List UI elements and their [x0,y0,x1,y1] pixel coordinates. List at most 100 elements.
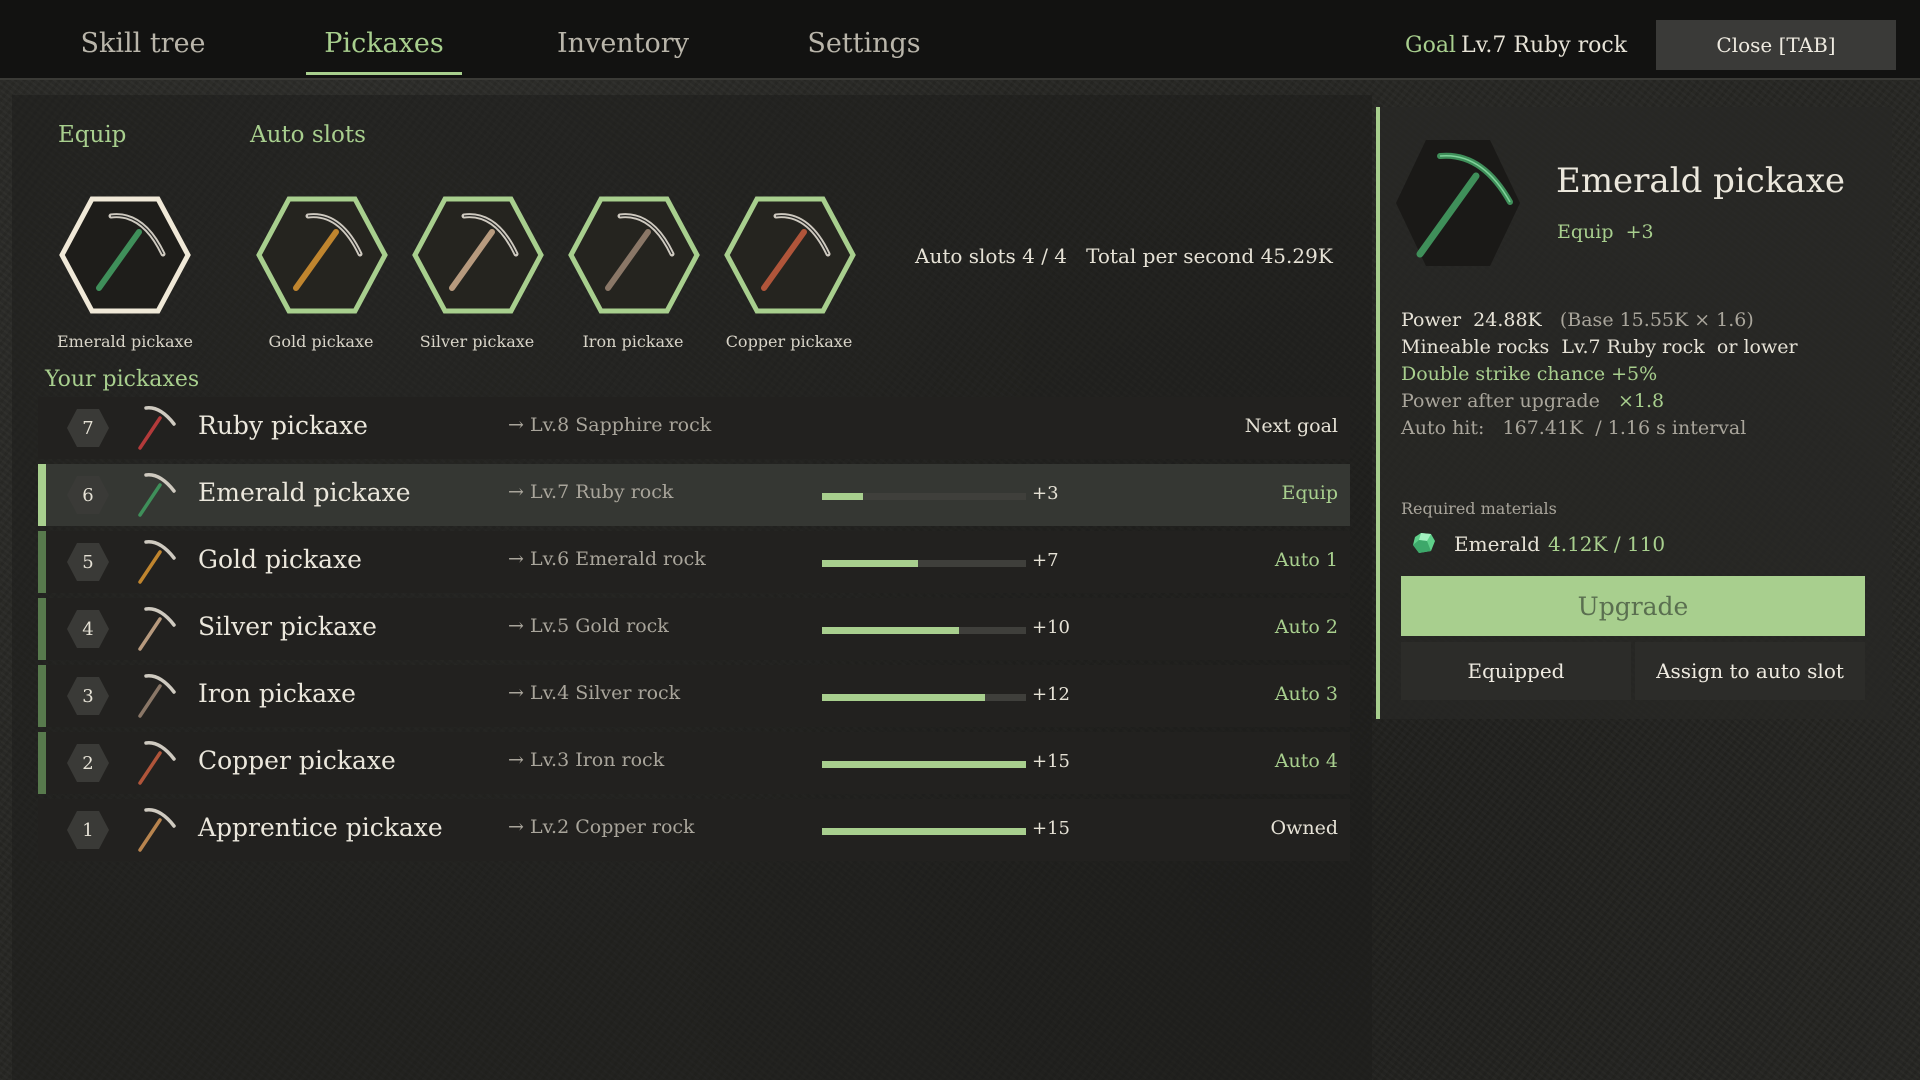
progress-fill [822,493,863,500]
detail-equip-label: Equip [1557,221,1614,243]
row-pickaxe-icon [138,674,176,718]
stat-mineable-value: Lv.7 Ruby rock [1561,336,1705,358]
auto-slot-1[interactable] [256,196,388,314]
detail-pickaxe-icon [1396,140,1520,266]
stat-power-label: Power [1401,309,1462,331]
progress-fill [822,560,918,567]
stat-mineable-suffix: or lower [1716,336,1798,358]
equip-slot-frame [59,196,191,314]
progress-track [822,493,1026,500]
row-bonus: +15 [1032,751,1070,772]
auto-slot-2[interactable] [412,196,544,314]
stat-power: Power 24.88K (Base 15.55K × 1.6) [1401,309,1754,331]
row-level: 1 [82,819,94,841]
auto-slot-4[interactable] [724,196,856,314]
close-button[interactable]: Close [TAB] [1656,20,1896,70]
tab-inventory[interactable]: Inventory [553,28,693,76]
progress-track [822,694,1026,701]
row-target: → Lv.6 Emerald rock [508,548,706,570]
auto-slot-1-frame [256,196,388,314]
stat-after-upgrade: Power after upgrade ×1.8 [1401,390,1664,412]
progress-track [822,828,1026,835]
row-bonus: +3 [1032,483,1059,504]
row-status[interactable]: Equip [1281,482,1338,504]
goal-label: Goal [1405,33,1456,58]
row-bonus: +7 [1032,550,1059,571]
emerald-gem-icon [1413,533,1435,553]
auto-slot-3[interactable] [568,196,700,314]
active-tab-indicator [306,72,462,75]
row-level: 6 [82,484,94,506]
tab-skill-tree[interactable]: Skill tree [76,28,210,76]
row-accent [38,598,46,660]
stat-after-upgrade-value: ×1.8 [1617,390,1665,412]
row-target: → Lv.8 Sapphire rock [508,414,712,436]
row-level: 3 [82,685,94,707]
row-name: Gold pickaxe [198,545,362,574]
auto-slot-1-label: Gold pickaxe [268,332,374,351]
tab-settings[interactable]: Settings [807,28,921,76]
auto-slots-section-label: Auto slots [250,122,366,148]
row-pickaxe-icon [138,473,176,517]
pickaxe-row[interactable]: 7 Ruby pickaxe → Lv.8 Sapphire rock Next go… [38,397,1350,459]
auto-slot-2-frame [412,196,544,314]
material-count: 4.12K / 110 [1548,532,1666,556]
detail-equip-value: +3 [1625,221,1654,243]
assign-auto-slot-button[interactable]: Assign to auto slot [1635,642,1865,700]
row-pickaxe-icon [138,540,176,584]
pickaxe-row[interactable]: 3 Iron pickaxe → Lv.4 Silver rock +12 Auto 3 [38,665,1350,727]
auto-slot-4-frame [724,196,856,314]
tab-pickaxes[interactable]: Pickaxes [306,28,462,76]
row-bonus: +10 [1032,617,1070,638]
progress-track [822,627,1026,634]
row-target: → Lv.7 Ruby rock [508,481,674,503]
stat-power-value: 24.88K [1473,309,1542,331]
goal-value: Lv.7 Ruby rock [1461,33,1628,58]
pickaxe-row[interactable]: 1 Apprentice pickaxe → Lv.2 Copper rock +15… [38,799,1350,861]
row-target: → Lv.3 Iron rock [508,749,665,771]
pickaxe-row[interactable]: 2 Copper pickaxe → Lv.3 Iron rock +15 Auto 4 [38,732,1350,794]
auto-slot-4-label: Copper pickaxe [725,332,853,351]
pickaxe-row[interactable]: 4 Silver pickaxe → Lv.5 Gold rock +10 Auto 2 [38,598,1350,660]
row-level: 7 [82,417,94,439]
row-status[interactable]: Auto 4 [1275,750,1338,772]
auto-slot-3-label: Iron pickaxe [582,332,684,351]
row-target: → Lv.2 Copper rock [508,816,695,838]
equipped-button[interactable]: Equipped [1401,642,1631,700]
progress-track [822,761,1026,768]
required-materials-label: Required materials [1401,499,1557,518]
progress-fill [822,828,1026,835]
row-level: 4 [82,618,94,640]
pickaxe-row[interactable]: 6 Emerald pickaxe → Lv.7 Ruby rock +3 Equip [38,464,1350,526]
row-name: Ruby pickaxe [198,411,368,440]
stat-power-formula: (Base 15.55K × 1.6) [1559,309,1754,331]
progress-track [822,560,1026,567]
row-status[interactable]: Auto 2 [1275,616,1338,638]
row-accent [38,732,46,794]
equip-slot-label: Emerald pickaxe [57,332,193,351]
row-status[interactable]: Owned [1271,817,1338,839]
equip-slot[interactable] [59,196,191,314]
your-pickaxes-title: Your pickaxes [45,367,200,392]
row-target: → Lv.5 Gold rock [508,615,669,637]
auto-slot-3-frame [568,196,700,314]
row-pickaxe-icon [138,406,176,450]
row-name: Emerald pickaxe [198,478,411,507]
row-pickaxe-icon [138,741,176,785]
progress-fill [822,761,1026,768]
row-accent [38,665,46,727]
top-bar: Skill tree Pickaxes Inventory Settings G… [0,0,1920,80]
equip-section-label: Equip [58,122,127,148]
row-pickaxe-icon [138,607,176,651]
stat-auto-hit-label: Auto hit: [1401,417,1485,439]
stat-mineable-label: Mineable rocks [1401,336,1550,358]
row-name: Copper pickaxe [198,746,396,775]
stat-double-strike: Double strike chance +5% [1401,363,1658,385]
upgrade-button[interactable]: Upgrade [1401,576,1865,636]
row-status[interactable]: Auto 3 [1275,683,1338,705]
pickaxe-row[interactable]: 5 Gold pickaxe → Lv.6 Emerald rock +7 Auto 1 [38,531,1350,593]
row-name: Iron pickaxe [198,679,356,708]
stat-auto-hit-value: 167.41K / 1.16 s interval [1502,417,1747,439]
row-status[interactable]: Next goal [1245,415,1338,437]
row-status[interactable]: Auto 1 [1275,549,1338,571]
